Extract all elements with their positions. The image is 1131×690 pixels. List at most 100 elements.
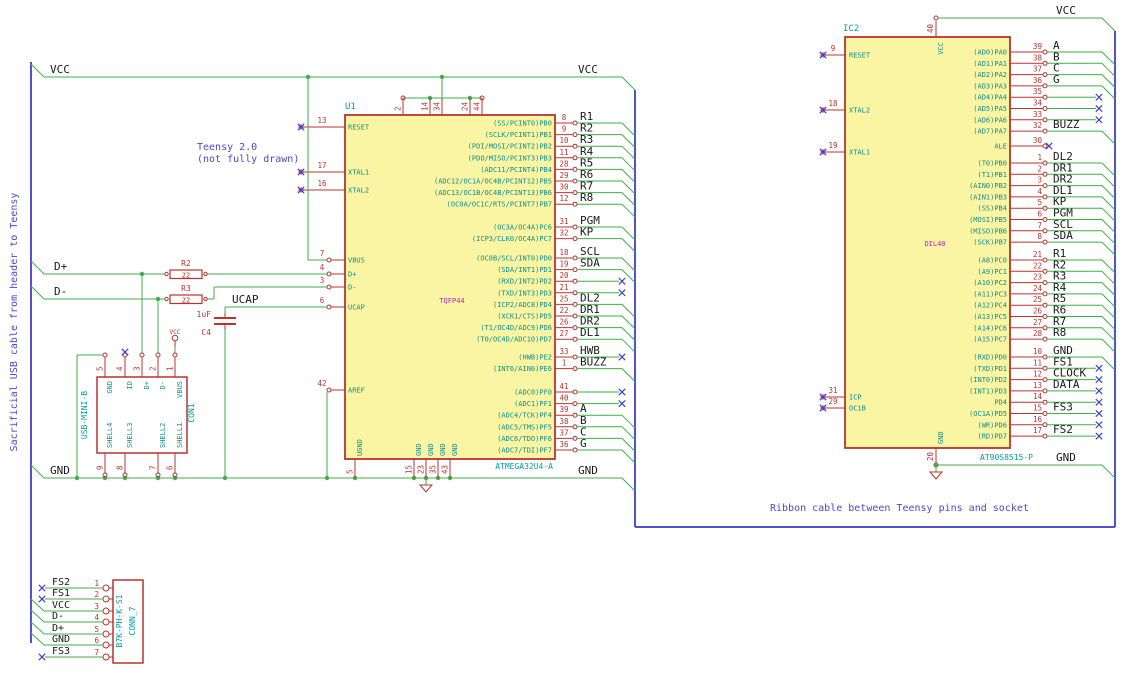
pin-number: 4 xyxy=(1037,187,1042,196)
bus-entry xyxy=(621,238,636,252)
pin-end xyxy=(572,155,578,161)
pin-name: (OC3A/OC4A)PC6 xyxy=(493,224,552,232)
pin-number: 31 xyxy=(828,386,837,395)
net-label: SDA xyxy=(580,257,600,270)
u1-package: TQFP44 xyxy=(439,297,464,305)
pin-number: 29 xyxy=(828,397,837,406)
pin-name: (PDI/MOSI/PCINT2)PB2 xyxy=(468,143,552,151)
pin-end xyxy=(572,389,578,395)
pin-end xyxy=(572,290,578,296)
pin-name: (SS)PB4 xyxy=(977,205,1007,213)
pin-number: 3 xyxy=(1037,176,1042,185)
pin-end xyxy=(572,178,578,184)
pin-end xyxy=(1042,377,1048,383)
pin-end xyxy=(572,424,578,430)
pin-number: 23 xyxy=(1033,273,1042,282)
net-label-vcc: VCC xyxy=(1056,4,1076,17)
pin-end xyxy=(572,190,578,196)
bus-entry xyxy=(621,257,636,272)
net-label: R8 xyxy=(580,191,593,204)
pin-name: (A14)PC6 xyxy=(973,324,1007,332)
pin-number: 1 xyxy=(562,359,567,368)
pin-name: (A10)PC2 xyxy=(973,279,1007,287)
pin-end xyxy=(1042,291,1048,297)
pin-end xyxy=(572,412,578,418)
pin-end xyxy=(1042,49,1048,55)
pin-number: 24 xyxy=(461,101,470,111)
pin-end xyxy=(1042,194,1048,200)
bus-entry xyxy=(1101,162,1116,177)
bus-entry xyxy=(621,304,636,318)
pin-name: (AD2)PA2 xyxy=(973,71,1007,79)
bus-entry xyxy=(1101,62,1116,77)
pin-number: 32 xyxy=(559,229,568,238)
net-label-ucap: UCAP xyxy=(232,293,259,306)
pin-name: (AD5)PA5 xyxy=(973,105,1007,113)
pin-name: (SCK)PB7 xyxy=(973,239,1007,247)
pin-end xyxy=(933,15,939,21)
bus-entry xyxy=(30,63,45,78)
net-label-gnd: GND xyxy=(578,464,598,477)
pin-end xyxy=(102,618,110,626)
pin-name: GND xyxy=(415,443,423,456)
pin-number: 34 xyxy=(433,101,442,111)
pin-number: 6 xyxy=(1037,210,1042,219)
bus-entry xyxy=(30,632,45,646)
net-label: FS3 xyxy=(52,646,70,657)
pin-name: D- xyxy=(348,284,356,292)
pin-number: 9 xyxy=(96,465,105,470)
pin-end xyxy=(203,271,208,277)
pin-number: 25 xyxy=(1033,295,1042,304)
bus-entry xyxy=(621,477,636,492)
bus-entry xyxy=(621,169,636,183)
pin-number: 4 xyxy=(320,263,325,272)
pin-number: 26 xyxy=(559,318,569,327)
pin-end xyxy=(1042,72,1048,78)
schematic-svg: VCCVCC2UVCC14VCC34VCC24AVCC44AVCCU1TQFP4… xyxy=(30,4,1116,664)
conn7-part: B7K-PH-K-S1 xyxy=(115,594,124,647)
pin-end xyxy=(139,352,145,358)
pin-name: (ADC0)PF0 xyxy=(514,389,552,397)
bus-entry xyxy=(621,438,636,452)
pin-end xyxy=(1042,314,1048,319)
pin-end xyxy=(572,255,578,261)
pin-name: ALE xyxy=(994,143,1007,151)
pin-number: 44 xyxy=(473,101,482,111)
net-label: D- xyxy=(52,611,64,622)
pin-end xyxy=(572,301,578,307)
pin-name: (RXD/INT2)PD2 xyxy=(497,278,552,286)
pin-name: (TXD/INT3)PD3 xyxy=(497,289,552,297)
pin-number: 6 xyxy=(320,296,325,305)
r3-value: 22 xyxy=(182,297,190,305)
bus-entry xyxy=(1101,241,1116,256)
pin-name: (ADC5/TMS)PF5 xyxy=(497,423,552,431)
pin-number: 22 xyxy=(1033,261,1042,270)
net-label: D+ xyxy=(52,623,64,634)
bus-entry xyxy=(30,464,45,479)
bus-entry xyxy=(1101,304,1116,319)
pin-number: 9 xyxy=(831,44,836,53)
pin-number: 20 xyxy=(926,451,935,461)
pin-number: 15 xyxy=(405,465,414,474)
pin-name: (RD)PD7 xyxy=(977,433,1007,441)
pin-end xyxy=(572,132,578,138)
bus-entry xyxy=(1101,259,1116,274)
net-label: BUZZ xyxy=(580,356,607,369)
bus-entry xyxy=(621,414,636,429)
pin-number: 43 xyxy=(441,465,450,474)
pin-number: 33 xyxy=(559,347,568,356)
pin-end xyxy=(1042,205,1048,211)
c4-value: 1uF xyxy=(197,310,212,319)
pin-end xyxy=(102,653,110,661)
pin-number: 37 xyxy=(559,428,568,437)
pin-number: 2 xyxy=(149,366,158,371)
pin-name: (INT0)PD2 xyxy=(969,376,1007,384)
pin-number: 8 xyxy=(562,113,567,122)
bus-entry xyxy=(1101,327,1116,342)
pin-number: 37 xyxy=(1033,65,1042,74)
pin-end xyxy=(1042,257,1048,263)
pin-number: 20 xyxy=(559,271,569,280)
pin-end xyxy=(572,313,578,319)
pin-name: UCAP xyxy=(348,304,365,312)
pin-name: (OC0A/OC1C/RTS/PCINT7)PB7 xyxy=(447,201,552,209)
